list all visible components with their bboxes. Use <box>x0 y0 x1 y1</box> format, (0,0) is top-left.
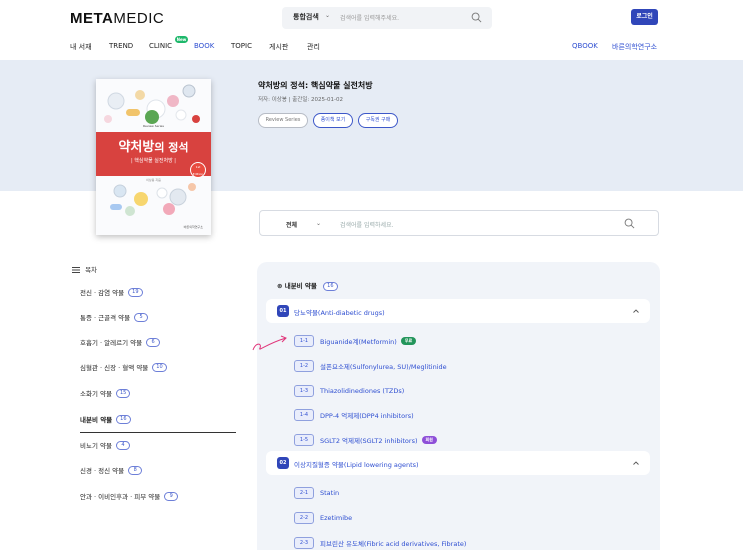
toc-item-respiratory-allergy[interactable]: 호흡기 · 알레르기 약물 6 <box>80 337 161 349</box>
section-row-tzd[interactable]: 1-3 Thiazolidinediones (TZDs) <box>294 380 405 397</box>
section-number: 2-1 <box>294 486 314 499</box>
section-row-sglt2[interactable]: 1-5 SGLT2 억제제(SGLT2 inhibitors) 회원 <box>294 429 437 446</box>
count-badge: 16 <box>323 281 338 291</box>
cover-title: 약처방의 정석 <box>118 140 189 155</box>
book-meta: 저자: 이상봉 | 출간일: 2025-01-02 <box>258 97 343 103</box>
count-badge: 4 <box>115 440 130 450</box>
cover-publisher: 바른의학연구소 <box>183 225 203 229</box>
nav-clinic-label: CLINIC <box>149 42 173 50</box>
section-title: SGLT2 억제제(SGLT2 inhibitors) <box>320 436 418 445</box>
book-cover-image: Review Series 약처방의 정석 | 핵심약물 실전처방 | 1st … <box>96 79 211 235</box>
book-search-input[interactable]: 검색어를 입력하세요. <box>340 220 394 229</box>
section-number: 1-2 <box>294 359 314 372</box>
review-series-button[interactable]: Review Series <box>258 113 308 128</box>
nav-trend[interactable]: TREND <box>109 42 133 50</box>
nav-qbook[interactable]: QBOOK <box>572 42 598 50</box>
menu-icon <box>72 267 80 273</box>
toc-item-systemic-infection[interactable]: 전신 · 감염 약물 19 <box>80 287 143 299</box>
global-search-input[interactable]: 검색어를 입력해주세요. <box>340 13 399 22</box>
nav-topic[interactable]: TOPIC <box>231 42 252 50</box>
count-badge: 16 <box>116 414 131 424</box>
toc-item-gastrointestinal[interactable]: 소화기 약물 15 <box>80 388 131 400</box>
section-number: 1-4 <box>294 408 314 421</box>
count-badge: 6 <box>146 337 161 347</box>
toc-item-urology[interactable]: 비뇨기 약물 4 <box>80 440 130 452</box>
count-badge: 8 <box>128 465 143 475</box>
section-title: Biguanide계(Metformin) <box>320 337 397 346</box>
book-title: 약처방의 정석: 핵심약물 실전처방 <box>258 81 373 90</box>
count-badge: 9 <box>164 491 179 501</box>
section-row-fibrate[interactable]: 2-3 피브린산 유도체(Fibric acid derivatives, Fib… <box>294 532 467 549</box>
chevron-down-icon[interactable]: ⌄ <box>316 220 321 227</box>
search-scope-select[interactable]: 통합검색 <box>293 12 319 22</box>
panel-title: ⊛ 내분비 약물 16 <box>277 280 338 291</box>
section-title: DPP-4 억제제(DPP4 inhibitors) <box>320 411 414 420</box>
section-number: 1-3 <box>294 384 314 397</box>
buy-subscription-button[interactable]: 구독권 구매 <box>358 113 398 128</box>
chapter-number: 02 <box>277 457 289 469</box>
free-badge: 무료 <box>400 336 417 345</box>
chapter-title: 당뇨약물(Anti-diabetic drugs) <box>294 309 385 317</box>
section-row-dpp4[interactable]: 1-4 DPP-4 억제제(DPP4 inhibitors) <box>294 404 414 421</box>
top-header: METAMEDIC 통합검색 ⌄ 검색어를 입력해주세요. 로그인 내 서재 T… <box>0 0 743 60</box>
chapter-title: 이상지질혈증 약물(Lipid lowering agents) <box>294 461 419 469</box>
cover-author: 이상봉 지음 <box>146 178 161 182</box>
chevron-up-icon[interactable] <box>632 459 640 467</box>
section-title: 설폰요소제(Sulfonylurea, SU)/Meglitinide <box>320 362 447 371</box>
paper-book-button[interactable]: 종이책 보기 <box>313 113 353 128</box>
chapter-row-lipid[interactable]: 02 이상지질혈증 약물(Lipid lowering agents) <box>266 451 650 475</box>
chapter-row-antidiabetic[interactable]: 01 당뇨약물(Anti-diabetic drugs) <box>266 299 650 323</box>
section-title: Ezetimibe <box>320 513 353 522</box>
section-row-statin[interactable]: 2-1 Statin <box>294 482 340 499</box>
section-row-ezetimibe[interactable]: 2-2 Ezetimibe <box>294 507 353 524</box>
nav-my-library[interactable]: 내 서재 <box>70 42 92 52</box>
section-row-metformin[interactable]: 1-1 Biguanide계(Metformin) 무료 <box>294 330 417 347</box>
chevron-down-icon[interactable]: ⌄ <box>325 12 330 19</box>
main-nav: 내 서재 TREND CLINIC New BOOK TOPIC 게시판 관리 … <box>0 36 743 58</box>
count-badge: 10 <box>152 362 167 372</box>
nav-book[interactable]: BOOK <box>194 42 214 50</box>
section-number: 2-3 <box>294 536 314 549</box>
section-row-sulfonylurea[interactable]: 1-2 설폰요소제(Sulfonylurea, SU)/Meglitinide <box>294 355 447 372</box>
pointer-arrow-icon <box>252 335 287 351</box>
section-number: 1-1 <box>294 334 314 347</box>
toc-item-pain-musculoskeletal[interactable]: 통증 · 근골격 약물 5 <box>80 312 149 324</box>
nav-board[interactable]: 게시판 <box>269 42 288 52</box>
section-title: Statin <box>320 488 340 497</box>
chapter-number: 01 <box>277 305 289 317</box>
toc-active-underline <box>80 432 236 433</box>
pin-icon: ⊛ <box>277 282 283 290</box>
member-badge: 회원 <box>421 435 437 444</box>
toc-heading: 목차 <box>72 264 97 274</box>
nav-admin[interactable]: 관리 <box>307 42 320 52</box>
toc-item-eye-ent-skin[interactable]: 안과 · 이비인후과 · 피부 약물 9 <box>80 491 179 503</box>
section-number: 2-2 <box>294 511 314 524</box>
search-icon[interactable] <box>471 12 482 23</box>
new-badge: New <box>175 36 188 43</box>
section-title: Thiazolidinediones (TZDs) <box>320 386 405 395</box>
section-number: 1-5 <box>294 433 314 446</box>
edition-badge: 1st Edition <box>190 162 206 178</box>
count-badge: 15 <box>115 388 131 398</box>
section-title: 피브린산 유도체(Fibric acid derivatives, Fibrat… <box>320 539 467 548</box>
metamedic-logo[interactable]: METAMEDIC <box>70 10 164 27</box>
toc-item-endocrine[interactable]: 내분비 약물 16 <box>80 414 131 426</box>
count-badge: 19 <box>128 287 143 297</box>
book-search-scope-select[interactable]: 전체 <box>286 220 297 229</box>
cover-series: Review Series <box>143 124 164 128</box>
search-icon[interactable] <box>624 218 635 229</box>
chevron-up-icon[interactable] <box>632 307 640 315</box>
nav-bareun-institute[interactable]: 바른의학연구소 <box>612 42 657 52</box>
book-search-bar[interactable]: 전체 ⌄ 검색어를 입력하세요. <box>259 210 659 236</box>
login-button[interactable]: 로그인 <box>631 9 658 25</box>
count-badge: 5 <box>134 312 149 322</box>
nav-clinic[interactable]: CLINIC New <box>149 36 188 50</box>
toc-item-cardio-renal-blood[interactable]: 심혈관 · 신장 · 혈액 약물 10 <box>80 362 167 374</box>
toc-item-neuro-psych[interactable]: 신경 · 정신 약물 8 <box>80 465 143 477</box>
global-search-bar[interactable]: 통합검색 ⌄ 검색어를 입력해주세요. <box>282 7 492 29</box>
